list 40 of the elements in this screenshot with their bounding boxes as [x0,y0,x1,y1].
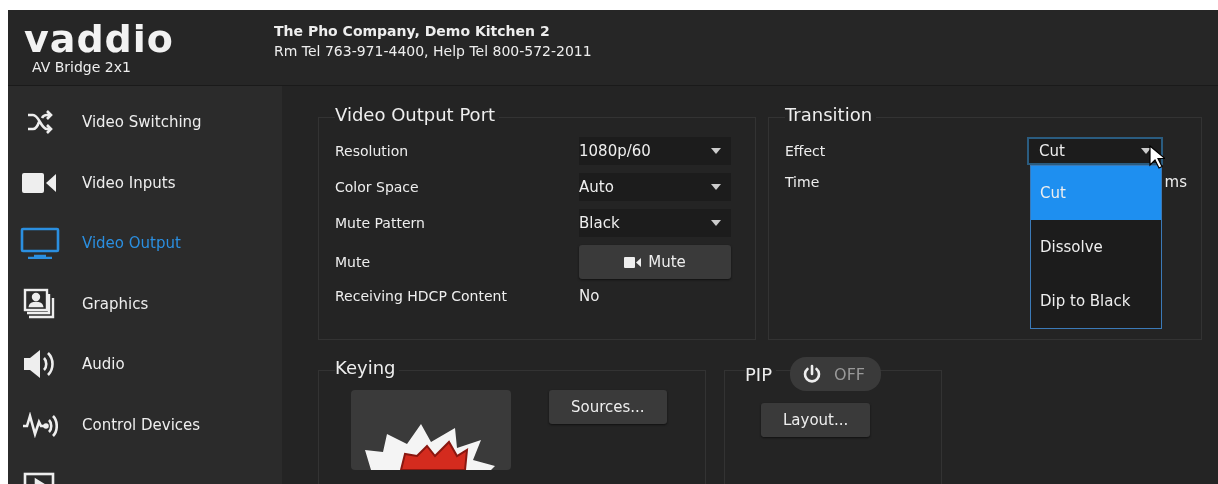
mute-button[interactable]: Mute [579,245,731,279]
power-icon [802,364,823,384]
sources-button[interactable]: Sources... [549,390,667,424]
caret-icon [711,220,721,226]
field-label: Mute [335,254,372,270]
field-label: Mute Pattern [335,215,426,231]
header-info-line: The Pho Company, Demo Kitchen 2 [274,21,551,41]
caret-icon [711,184,721,190]
caret-icon [1141,148,1151,154]
nav-item[interactable]: Control Devices [8,408,282,469]
nav-item[interactable]: Video Switching [8,106,282,167]
section-title: Video Output Port [335,104,500,125]
field-label: Receiving HDCP Content [335,288,508,304]
nav-item[interactable]: Video Inputs [8,166,282,227]
dropdown[interactable]: Black [579,209,731,237]
monitor-icon [18,227,62,259]
nav-item[interactable]: Audio [8,348,282,409]
header-info-line: Rm Tel 763-971-4400, Help Tel 800-572-2011 [274,41,592,61]
pip-toggle[interactable]: OFF [790,357,882,391]
dropdown-option[interactable]: Dip to Black [1031,274,1161,328]
field-label: Time [785,174,821,190]
effect-dropdown[interactable]: Cut [1027,137,1163,165]
mouse-pointer-icon [1149,145,1165,169]
nav-item[interactable]: Graphics [8,287,282,348]
field-label: Resolution [335,143,410,159]
caret-icon [711,148,721,154]
model-name: AV Bridge 2x1 [32,58,132,75]
section-title: Keying [335,357,400,378]
field-label: Color Space [335,179,420,195]
unit-label: ms [1164,173,1187,191]
field-label: Effect [785,143,827,159]
key-image-thumbnail[interactable] [351,390,511,470]
layout-button[interactable]: Layout... [761,403,871,437]
nav-item[interactable]: Video Output [8,227,282,288]
dropdown[interactable]: Auto [579,173,731,201]
dropdown[interactable]: 1080p/60 [579,137,731,165]
video-camera-icon [624,256,643,268]
field-value: No [579,287,601,305]
logo: vaddio [24,20,175,57]
dropdown-option[interactable]: Dissolve [1031,220,1161,274]
